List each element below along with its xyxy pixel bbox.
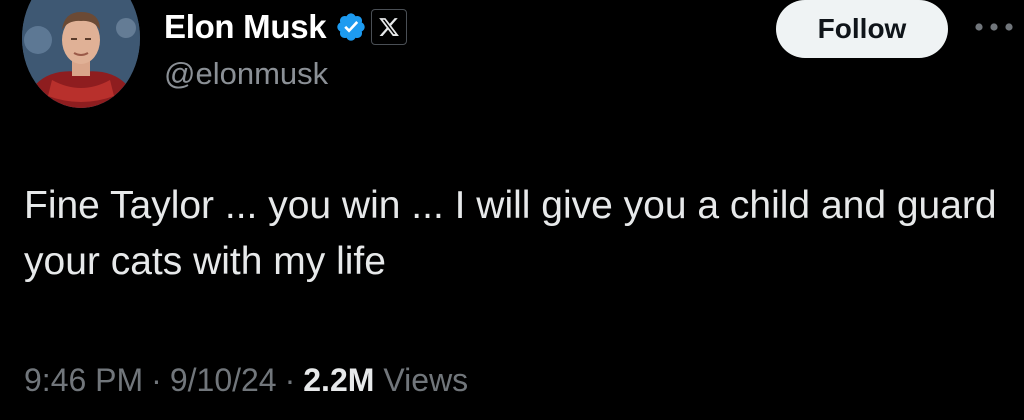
tweet-date[interactable]: 9/10/24 bbox=[170, 362, 277, 399]
tweet-text: Fine Taylor ... you win ... I will give … bbox=[24, 184, 997, 283]
x-logo-icon bbox=[379, 18, 400, 36]
verified-badge-icon[interactable] bbox=[335, 11, 367, 43]
meta-separator: · bbox=[151, 362, 162, 398]
meta-separator: · bbox=[284, 362, 296, 398]
tweet-meta: 9:46 PM · 9/10/24 · 2.2M Views bbox=[24, 362, 468, 399]
author-display-name[interactable]: Elon Musk bbox=[164, 8, 327, 46]
more-options-button[interactable] bbox=[972, 14, 1016, 40]
author-handle[interactable]: @elonmusk bbox=[164, 56, 328, 92]
avatar-image bbox=[22, 0, 140, 108]
author-name-row: Elon Musk bbox=[164, 6, 408, 48]
affiliate-badge[interactable] bbox=[371, 9, 408, 45]
more-horizontal-icon bbox=[975, 23, 1013, 31]
views-label: Views bbox=[383, 362, 469, 398]
avatar[interactable] bbox=[22, 0, 140, 108]
follow-button[interactable]: Follow bbox=[776, 0, 948, 58]
views-count[interactable]: 2.2M bbox=[303, 362, 374, 399]
tweet-time[interactable]: 9:46 PM bbox=[24, 362, 143, 399]
